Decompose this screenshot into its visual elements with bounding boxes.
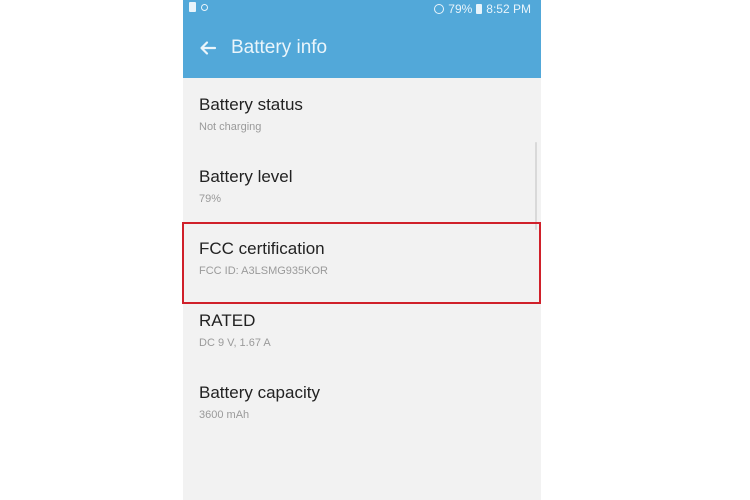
phone-screen: 79% 8:52 PM Battery info Battery status … — [183, 0, 541, 500]
app-bar: Battery info — [183, 18, 541, 78]
scrollbar[interactable] — [535, 142, 537, 230]
item-title: Battery capacity — [199, 383, 320, 402]
item-title: RATED — [199, 311, 256, 330]
item-title: Battery status — [199, 95, 303, 114]
status-time: 8:52 PM — [486, 2, 531, 16]
list-item-rated[interactable]: RATED DC 9 V, 1.67 A — [183, 294, 541, 366]
item-subtitle: 3600 mAh — [199, 409, 250, 421]
sim-icon — [189, 2, 196, 12]
item-subtitle: FCC ID: A3LSMG935KOR — [199, 265, 328, 277]
item-title: Battery level — [199, 167, 293, 186]
list-item-battery-level[interactable]: Battery level 79% — [183, 150, 541, 222]
list-item-battery-status[interactable]: Battery status Not charging — [183, 78, 541, 150]
status-bar: 79% 8:52 PM — [183, 0, 541, 18]
alarm-icon — [434, 4, 445, 14]
list-item-fcc-certification[interactable]: FCC certification FCC ID: A3LSMG935KOR — [183, 222, 541, 294]
item-subtitle: 79% — [199, 193, 222, 205]
battery-percent: 79% — [448, 2, 473, 16]
sync-icon — [201, 3, 208, 11]
arrow-left-icon[interactable] — [197, 37, 219, 59]
battery-icon — [476, 4, 483, 14]
item-title: FCC certification — [199, 239, 325, 258]
status-right-icons: 79% 8:52 PM — [434, 2, 531, 16]
item-subtitle: DC 9 V, 1.67 A — [199, 337, 271, 349]
status-left-icons — [189, 2, 208, 12]
list-item-battery-capacity[interactable]: Battery capacity 3600 mAh — [183, 366, 541, 438]
battery-info-list: Battery status Not charging Battery leve… — [183, 78, 541, 438]
page-title: Battery info — [231, 37, 328, 58]
item-subtitle: Not charging — [199, 121, 262, 133]
